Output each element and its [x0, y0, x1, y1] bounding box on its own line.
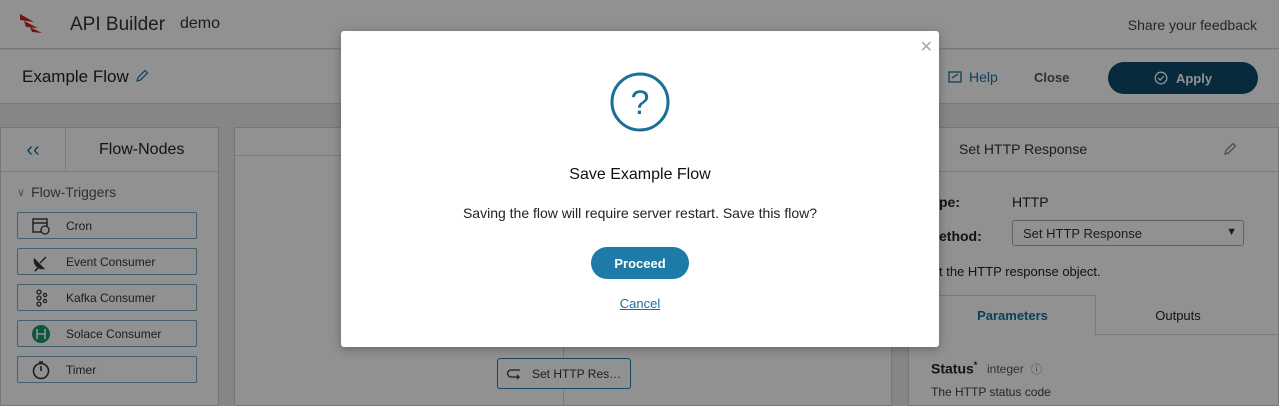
save-flow-dialog: ✕ ? Save Example Flow Saving the flow wi…: [341, 31, 939, 347]
dialog-title: Save Example Flow: [569, 166, 711, 183]
dialog-message: Saving the flow will require server rest…: [462, 205, 818, 221]
cancel-link[interactable]: Cancel: [341, 296, 939, 311]
close-icon[interactable]: ✕: [920, 37, 933, 57]
question-circle-icon: ?: [610, 72, 670, 132]
svg-text:?: ?: [631, 84, 650, 122]
proceed-button[interactable]: Proceed: [591, 247, 689, 279]
